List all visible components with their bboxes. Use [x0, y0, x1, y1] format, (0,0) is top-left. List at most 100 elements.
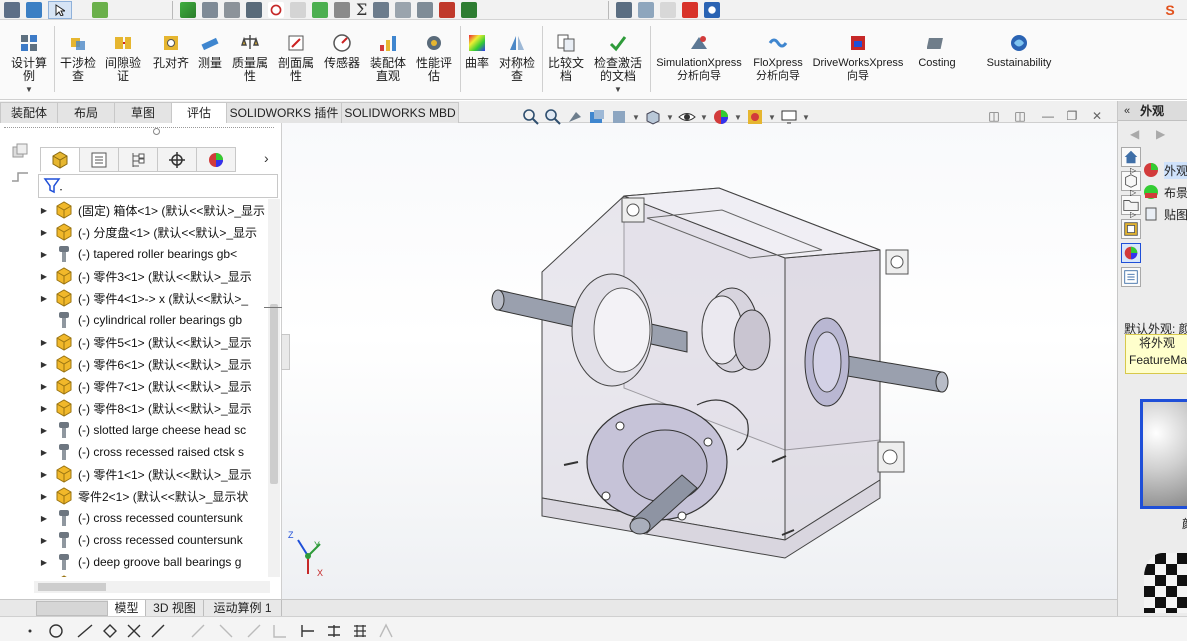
- sustainability-small-icon[interactable]: [704, 1, 720, 18]
- tree-item[interactable]: ▶ (-) deep groove ball bearings g: [34, 551, 270, 573]
- tile-right-icon[interactable]: ◫: [1013, 109, 1027, 123]
- pane-pin-icon[interactable]: [153, 128, 160, 135]
- symmetry-small-icon[interactable]: [395, 1, 412, 18]
- decal-tree-item[interactable]: ▷ 贴图: [1130, 203, 1187, 225]
- minimize-icon[interactable]: —: [1041, 109, 1055, 123]
- expand-arrow-icon[interactable]: ▶: [34, 250, 54, 259]
- sustainability-button[interactable]: Sustainability: [978, 24, 1060, 96]
- forward-nav-icon[interactable]: ▶: [1156, 127, 1165, 141]
- dropdown-arrow-icon[interactable]: ▼: [666, 113, 674, 122]
- assembly-visualization-button[interactable]: 装配体 直观: [366, 24, 410, 96]
- scrollbar-thumb[interactable]: [270, 304, 278, 484]
- tab-3d-views[interactable]: 3D 视图: [146, 600, 204, 617]
- tree-item[interactable]: (-) cylindrical roller bearings gb: [34, 309, 270, 331]
- dropdown-arrow-icon[interactable]: ▼: [632, 113, 640, 122]
- section-properties-button[interactable]: 剖面属 性: [275, 24, 317, 96]
- measure-button[interactable]: 测量: [192, 24, 228, 96]
- smart-fastener-icon[interactable]: [224, 1, 240, 18]
- floxpress-button[interactable]: FloXpress 分析向导: [748, 24, 808, 96]
- expand-arrow-icon[interactable]: ▶: [34, 426, 54, 435]
- scrollbar-thumb[interactable]: [38, 583, 106, 591]
- dropdown-arrow-icon[interactable]: [78, 2, 86, 18]
- compare-small-icon[interactable]: [417, 1, 434, 18]
- move-component-icon[interactable]: [246, 1, 262, 18]
- tab-sketch[interactable]: 草图: [114, 102, 172, 123]
- tab-motion-study[interactable]: 运动算例 1: [204, 600, 282, 617]
- tree-item[interactable]: ▶ (-) 零件4<1>-> x (默认<<默认>_: [34, 287, 270, 309]
- sketch-step-icon[interactable]: [10, 167, 30, 187]
- restore-icon[interactable]: ❐: [1065, 109, 1079, 123]
- expand-arrow-icon[interactable]: ▶: [34, 514, 54, 523]
- check-red-icon[interactable]: [439, 1, 456, 18]
- symmetry-check-button[interactable]: 对称检 查: [496, 24, 538, 96]
- custom-properties-icon[interactable]: [1121, 267, 1141, 287]
- collapse-left-icon[interactable]: «: [1124, 105, 1130, 117]
- mate-icon[interactable]: [202, 1, 218, 18]
- tree-horizontal-scrollbar[interactable]: [34, 581, 270, 593]
- gauge-icon[interactable]: [268, 1, 284, 18]
- tree-filter[interactable]: [38, 174, 278, 198]
- view-orientation-icon[interactable]: [644, 108, 662, 126]
- driveworksxpress-button[interactable]: DriveWorksXpress 向导: [810, 24, 906, 96]
- tab-property-manager[interactable]: [79, 147, 119, 172]
- options-icon[interactable]: [4, 1, 20, 18]
- expand-arrow-icon[interactable]: ▶: [34, 536, 54, 545]
- tile-left-icon[interactable]: ◫: [987, 109, 1001, 123]
- performance-evaluation-button[interactable]: 性能评 估: [411, 24, 457, 96]
- clearance-check-icon[interactable]: [334, 1, 350, 18]
- tab-display-manager[interactable]: [196, 147, 236, 172]
- expand-arrow-icon[interactable]: ▷: [1130, 210, 1142, 219]
- tab-feature-manager[interactable]: [40, 147, 80, 172]
- design-study-button[interactable]: 设计算 例 ▼: [8, 24, 50, 96]
- check-active-document-button[interactable]: 检查激活 的文档 ▼: [590, 24, 646, 96]
- tree-item[interactable]: ▶ (固定) 箱体<1> (默认<<默认>_显示: [34, 199, 270, 221]
- tree-item[interactable]: ▶ (-) cross recessed countersunk: [34, 529, 270, 551]
- tab-evaluate[interactable]: 评估: [171, 102, 227, 123]
- tab-assembly[interactable]: 装配体: [0, 102, 58, 123]
- tree-item[interactable]: ▶ (-) 零件6<1> (默认<<默认>_显示: [34, 353, 270, 375]
- tab-scroll-nav[interactable]: [36, 601, 108, 616]
- expand-arrow-icon[interactable]: ▷: [1130, 188, 1142, 197]
- chevron-right-icon[interactable]: ›: [264, 150, 269, 166]
- compare-documents-button[interactable]: 比较文 档: [544, 24, 588, 96]
- apply-scene-icon[interactable]: [746, 108, 764, 126]
- pane-collapse-handle[interactable]: [281, 334, 290, 370]
- dropdown-arrow-icon[interactable]: ▼: [768, 113, 776, 122]
- expand-arrow-icon[interactable]: ▶: [34, 206, 54, 215]
- mass-properties-button[interactable]: 质量属 性: [229, 24, 271, 96]
- dropdown-arrow-icon[interactable]: ▼: [802, 113, 810, 122]
- expand-arrow-icon[interactable]: ▶: [34, 272, 54, 281]
- display-style-icon[interactable]: [678, 108, 696, 126]
- select-tool-button[interactable]: [48, 0, 72, 19]
- tree-vertical-scrollbar[interactable]: [268, 199, 280, 577]
- tree-item[interactable]: ▶ (-) 零件5<1> (默认<<默认>_显示: [34, 331, 270, 353]
- expand-arrow-icon[interactable]: ▷: [1130, 166, 1142, 175]
- back-nav-icon[interactable]: ◀: [1130, 127, 1139, 141]
- clearance-button[interactable]: 间隙验 证: [102, 24, 144, 96]
- expand-arrow-icon[interactable]: ▶: [34, 492, 54, 501]
- expand-arrow-icon[interactable]: ▶: [34, 228, 54, 237]
- expand-arrow-icon[interactable]: ▶: [34, 360, 54, 369]
- tree-item[interactable]: ▶ (-) cross recessed countersunk: [34, 507, 270, 529]
- zoom-to-fit-icon[interactable]: [522, 108, 540, 126]
- expand-arrow-icon[interactable]: ▶: [34, 338, 54, 347]
- tree-item[interactable]: ▶ (-) cross recessed raised ctsk s: [34, 441, 270, 463]
- excel-x-icon[interactable]: [461, 1, 478, 18]
- costing-button[interactable]: Costing: [912, 24, 962, 96]
- tree-item[interactable]: ▶ (-) 零件3<1> (默认<<默认>_显示: [34, 265, 270, 287]
- check-disabled-icon[interactable]: [660, 1, 676, 18]
- dropdown-arrow-icon[interactable]: ▼: [734, 113, 742, 122]
- tab-layout[interactable]: 布局: [57, 102, 115, 123]
- tree-item[interactable]: ▶ (-) 分度盘<1> (默认<<默认>_显示: [34, 221, 270, 243]
- edit-appearance-icon[interactable]: [712, 108, 730, 126]
- sensor-button[interactable]: 传感器: [319, 24, 365, 96]
- disabled-tool-icon[interactable]: [290, 1, 306, 18]
- gearbox-assembly-model[interactable]: [482, 180, 952, 580]
- expand-arrow-icon[interactable]: ▶: [34, 558, 54, 567]
- driveworks-small-icon[interactable]: [682, 1, 698, 18]
- expand-arrow-icon[interactable]: ▶: [34, 382, 54, 391]
- appearances-tab-icon[interactable]: [1121, 243, 1141, 263]
- tab-solidworks-addins[interactable]: SOLIDWORKS 插件: [226, 102, 342, 123]
- display-pane-icon[interactable]: [10, 141, 30, 161]
- expand-arrow-icon[interactable]: ▶: [34, 404, 54, 413]
